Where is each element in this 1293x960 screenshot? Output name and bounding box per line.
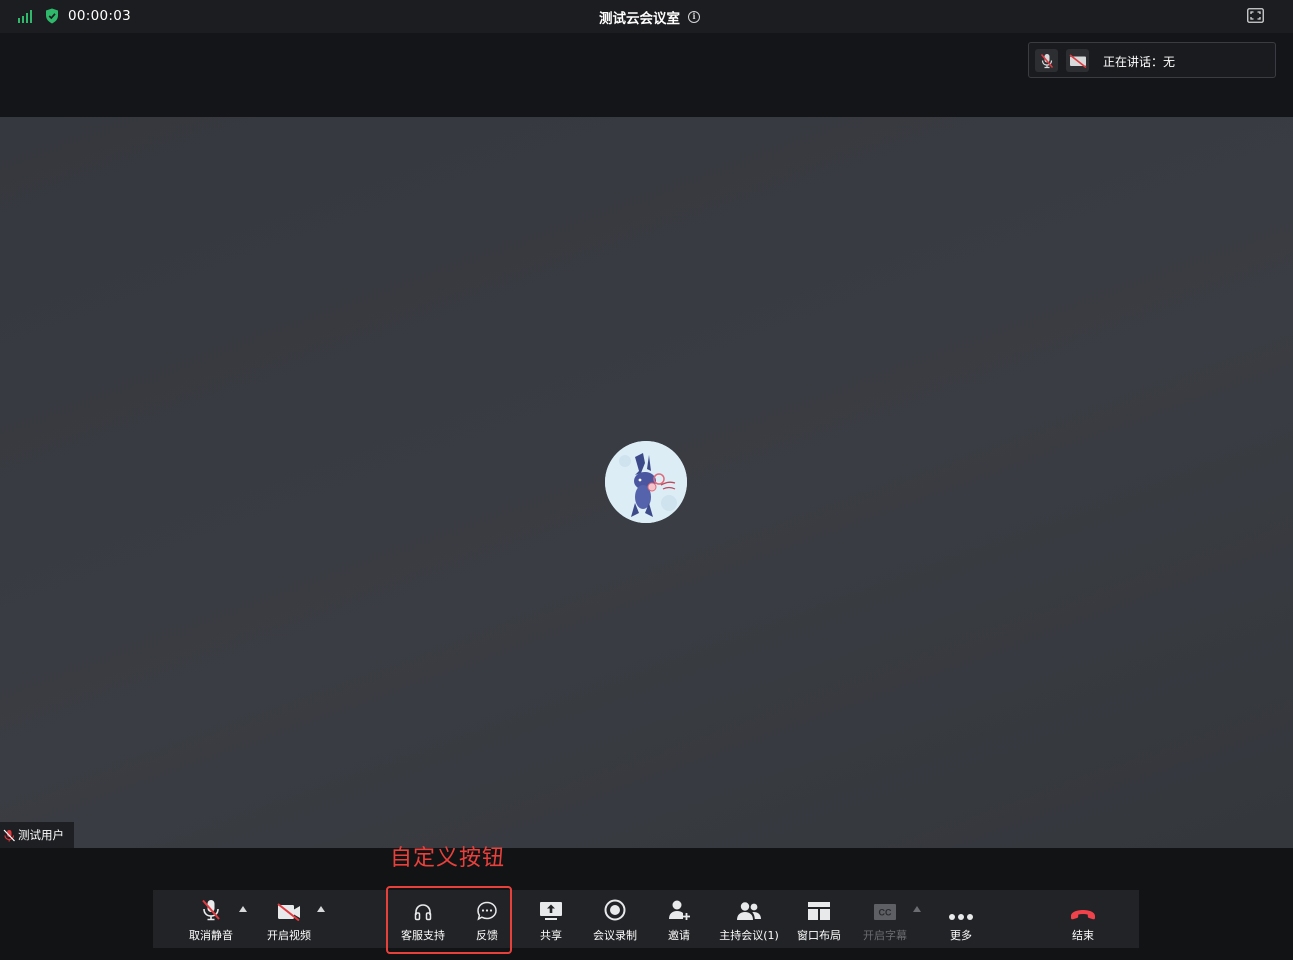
meeting-title: 测试云会议室 bbox=[599, 11, 680, 27]
mic-off-icon bbox=[1035, 49, 1058, 72]
unmute-button[interactable]: 取消静音 bbox=[183, 890, 239, 948]
host-meeting-button[interactable]: 主持会议(1) bbox=[714, 890, 784, 948]
more-label: 更多 bbox=[950, 929, 972, 942]
window-layout-label: 窗口布局 bbox=[797, 929, 841, 942]
mic-off-icon bbox=[3, 829, 15, 841]
video-off-icon bbox=[1066, 49, 1089, 72]
participant-avatar bbox=[605, 441, 687, 523]
more-dots-icon bbox=[949, 914, 973, 920]
closed-captions-icon: CC bbox=[874, 904, 896, 920]
end-meeting-label: 结束 bbox=[1072, 929, 1094, 942]
record-icon bbox=[604, 899, 626, 921]
record-button[interactable]: 会议录制 bbox=[587, 890, 643, 948]
custom-buttons-highlight bbox=[386, 886, 512, 954]
hang-up-icon bbox=[1071, 910, 1095, 920]
captions-options-caret[interactable] bbox=[913, 906, 921, 912]
record-label: 会议录制 bbox=[593, 929, 637, 942]
title-bar: 测试云会议室 i bbox=[0, 7, 1293, 27]
mic-off-icon bbox=[202, 899, 220, 921]
video-options-caret[interactable] bbox=[317, 906, 325, 912]
layout-icon bbox=[808, 902, 830, 920]
invite-label: 邀请 bbox=[668, 929, 690, 942]
fullscreen-icon[interactable] bbox=[1247, 8, 1264, 23]
more-button[interactable]: 更多 bbox=[933, 890, 989, 948]
annotation-label: 自定义按钮 bbox=[390, 846, 506, 871]
unmute-label: 取消静音 bbox=[189, 929, 233, 942]
speaking-indicator: 正在讲话：无 bbox=[1028, 42, 1276, 78]
top-bar: 00:00:03 测试云会议室 i bbox=[0, 0, 1293, 33]
share-screen-icon bbox=[540, 902, 562, 920]
meeting-toolbar: 取消静音 开启视频 客服支持 反馈 共享 会议录制 邀请 主持会议(1) 窗口布… bbox=[153, 890, 1139, 948]
info-icon[interactable]: i bbox=[688, 11, 700, 23]
end-meeting-button[interactable]: 结束 bbox=[1055, 890, 1111, 948]
share-button[interactable]: 共享 bbox=[523, 890, 579, 948]
captions-button[interactable]: CC 开启字幕 bbox=[857, 890, 913, 948]
share-label: 共享 bbox=[540, 929, 562, 942]
participants-icon bbox=[737, 902, 761, 920]
start-video-button[interactable]: 开启视频 bbox=[261, 890, 317, 948]
participant-name: 测试用户 bbox=[18, 828, 64, 842]
window-layout-button[interactable]: 窗口布局 bbox=[791, 890, 847, 948]
invite-button[interactable]: 邀请 bbox=[651, 890, 707, 948]
video-off-icon bbox=[277, 903, 300, 921]
audio-options-caret[interactable] bbox=[239, 906, 247, 912]
start-video-label: 开启视频 bbox=[267, 929, 311, 942]
speaking-text: 正在讲话：无 bbox=[1103, 55, 1176, 69]
captions-label: 开启字幕 bbox=[863, 929, 907, 942]
host-meeting-label: 主持会议(1) bbox=[719, 929, 779, 942]
add-user-icon bbox=[669, 900, 690, 920]
participant-name-tag: 测试用户 bbox=[0, 822, 74, 848]
cc-text: CC bbox=[879, 908, 892, 918]
